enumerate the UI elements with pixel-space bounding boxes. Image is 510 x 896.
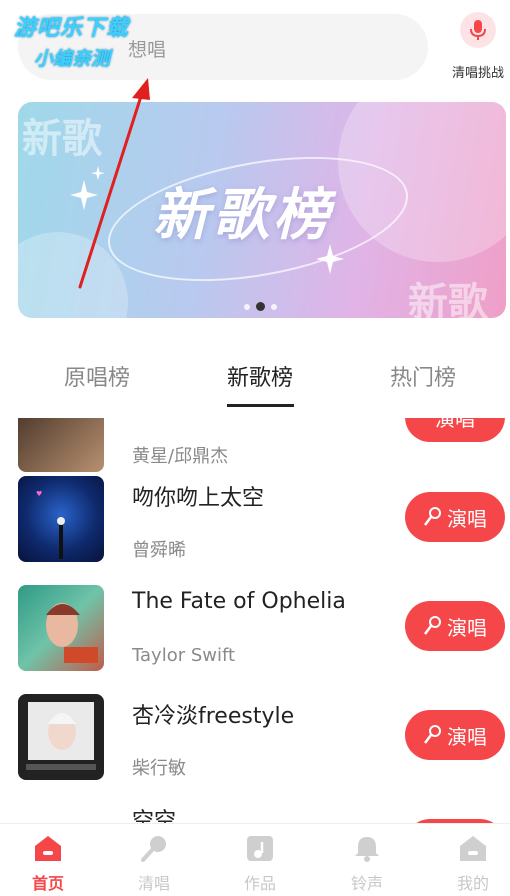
challenge-label: 清唱挑战	[451, 66, 504, 81]
song-list[interactable]: 黄星/邱鼎杰 演唱 ♥ 吻你吻上太空 曾舜晞 演唱 The Fate of Op…	[0, 418, 510, 823]
watermark-logo: 游吧乐下载 小编亲测	[14, 10, 154, 70]
list-item[interactable]: 杏冷淡freestyle 柴行敏 演唱	[0, 692, 510, 801]
album-cover	[18, 694, 104, 780]
bell-icon	[355, 837, 379, 862]
album-cover	[18, 418, 104, 472]
sing-button[interactable]: 演唱	[405, 418, 505, 442]
song-title: The Fate of Ophelia	[132, 589, 346, 614]
nav-mine[interactable]: 我的	[433, 834, 510, 894]
carousel-dot	[271, 303, 277, 310]
tab-new-songs[interactable]: 新歌榜	[227, 360, 293, 392]
banner-bg-word: 新歌	[408, 280, 488, 318]
nav-works[interactable]: 作品	[220, 834, 300, 894]
carousel-indicator	[244, 302, 277, 311]
artist-name: 曾舜晞	[132, 540, 186, 561]
artist-name: 柴行敏	[132, 758, 186, 779]
song-title: 吻你吻上太空	[132, 486, 265, 511]
sing-button-label: 演唱	[447, 506, 487, 531]
music-note-icon	[247, 836, 273, 861]
microphone-icon	[141, 836, 166, 862]
svg-text:♥: ♥	[36, 490, 42, 498]
sparkle-icon	[70, 166, 104, 210]
artist-name: 黄星/邱鼎杰	[132, 446, 229, 467]
sing-button-label: 演唱	[447, 615, 487, 640]
carousel-dot	[244, 303, 250, 310]
nav-ringtones-label: 铃声	[350, 874, 383, 893]
list-item[interactable]: ♥ 吻你吻上太空 曾舜晞 演唱	[0, 474, 510, 583]
banner-carousel[interactable]: 新歌 新歌 新歌榜	[18, 102, 506, 318]
microphone-icon	[424, 616, 441, 635]
sing-button[interactable]: 演唱	[405, 492, 505, 542]
home-icon	[35, 836, 61, 861]
song-title: 杏冷淡freestyle	[132, 704, 295, 729]
album-cover	[18, 585, 104, 671]
tab-hot[interactable]: 热门榜	[390, 360, 456, 392]
sing-button[interactable]: 演唱	[405, 710, 505, 760]
carousel-dot-active	[256, 302, 265, 311]
microphone-icon	[460, 12, 496, 48]
nav-home-label: 首页	[31, 874, 64, 893]
microphone-icon	[424, 507, 441, 526]
bottom-navigation: 首页 清唱 作品 铃声 我的	[0, 823, 510, 896]
sing-button-label: 演唱	[447, 724, 487, 749]
active-tab-indicator	[227, 404, 294, 407]
nav-works-label: 作品	[243, 874, 276, 893]
song-title: 空空	[132, 809, 177, 823]
banner-bg-word: 新歌	[22, 116, 102, 162]
sing-button[interactable]: 演唱	[405, 601, 505, 651]
watermark-line1: 游吧乐下载	[14, 16, 130, 41]
watermark-line2: 小编亲测	[34, 48, 111, 70]
nav-home[interactable]: 首页	[8, 834, 88, 894]
nav-ringtones[interactable]: 铃声	[327, 834, 407, 894]
microphone-icon	[424, 725, 441, 744]
artist-name: Taylor Swift	[132, 645, 236, 666]
challenge-button[interactable]: 清唱挑战	[446, 12, 510, 82]
banner-title: 新歌榜	[153, 183, 333, 248]
nav-mine-label: 我的	[456, 874, 489, 893]
profile-home-icon	[460, 836, 486, 861]
nav-acapella-label: 清唱	[137, 874, 170, 893]
chart-tabs: 原唱榜 新歌榜 热门榜	[0, 340, 510, 410]
list-item[interactable]: 空空 演唱	[0, 801, 510, 823]
nav-acapella[interactable]: 清唱	[114, 834, 194, 894]
sing-button-label: 演唱	[435, 418, 475, 431]
list-item[interactable]: The Fate of Ophelia Taylor Swift 演唱	[0, 583, 510, 692]
album-cover: ♥	[18, 476, 104, 562]
tab-original[interactable]: 原唱榜	[64, 360, 130, 392]
